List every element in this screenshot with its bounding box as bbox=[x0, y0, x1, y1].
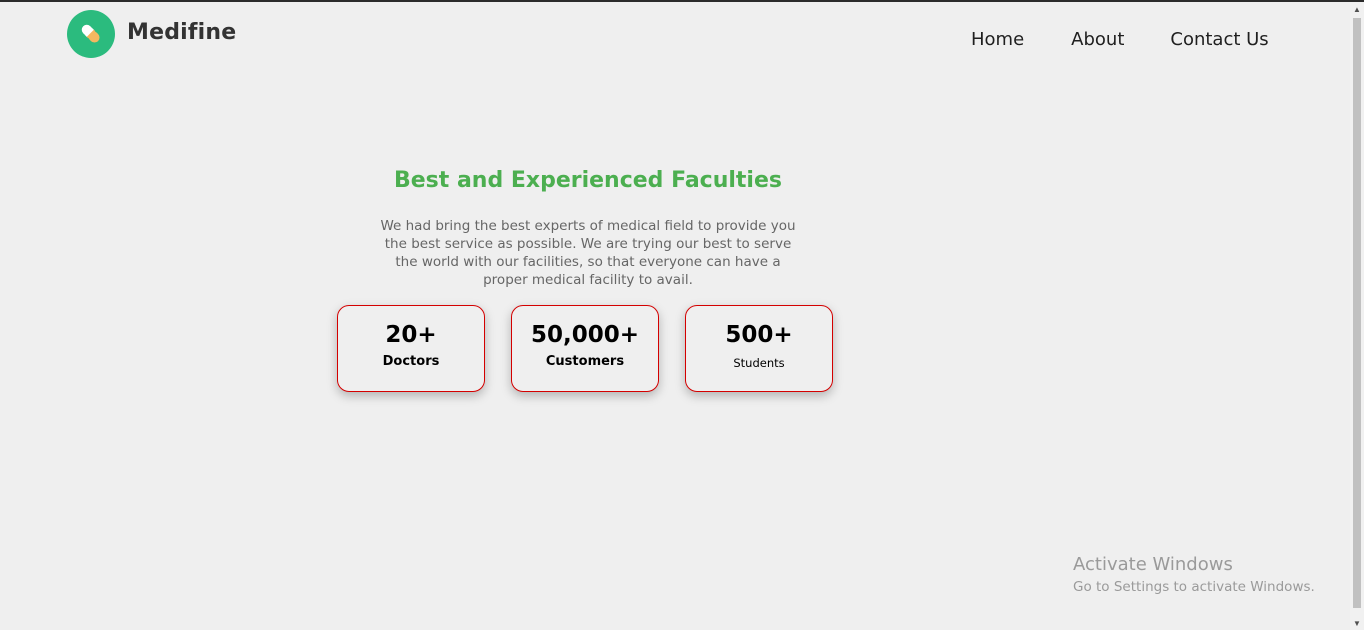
scrollbar-thumb[interactable] bbox=[1353, 18, 1361, 608]
stat-card-students: 500+ Students bbox=[685, 305, 833, 392]
section-heading: Best and Experienced Faculties bbox=[393, 168, 782, 193]
stat-card-customers: 50,000+ Customers bbox=[511, 305, 659, 392]
main-nav: Home About Contact Us bbox=[971, 29, 1269, 50]
nav-link-contact-us[interactable]: Contact Us bbox=[1170, 29, 1268, 50]
scroll-down-arrow-icon[interactable]: ▼ bbox=[1350, 616, 1364, 630]
nav-link-home[interactable]: Home bbox=[971, 29, 1024, 50]
pill-icon bbox=[67, 10, 115, 58]
logo[interactable]: Medifine bbox=[67, 10, 236, 58]
activate-windows-watermark: Activate Windows Go to Settings to activ… bbox=[1073, 554, 1315, 595]
stat-label: Students bbox=[733, 356, 785, 370]
window-top-border bbox=[0, 0, 1364, 2]
watermark-subtitle: Go to Settings to activate Windows. bbox=[1073, 579, 1315, 595]
nav-link-about[interactable]: About bbox=[1071, 29, 1124, 50]
section-description: We had bring the best experts of medical… bbox=[380, 218, 796, 288]
stat-card-doctors: 20+ Doctors bbox=[337, 305, 485, 392]
vertical-scrollbar[interactable]: ▲ ▼ bbox=[1350, 2, 1364, 630]
stat-value: 500+ bbox=[725, 322, 793, 348]
stat-value: 20+ bbox=[385, 322, 437, 348]
brand-name: Medifine bbox=[127, 19, 237, 45]
stats-row: 20+ Doctors 50,000+ Customers 500+ Stude… bbox=[337, 305, 833, 392]
stat-label: Doctors bbox=[382, 354, 440, 369]
scroll-up-arrow-icon[interactable]: ▲ bbox=[1350, 2, 1364, 16]
watermark-title: Activate Windows bbox=[1073, 554, 1233, 575]
stat-value: 50,000+ bbox=[530, 322, 640, 348]
stat-label: Customers bbox=[545, 354, 625, 369]
